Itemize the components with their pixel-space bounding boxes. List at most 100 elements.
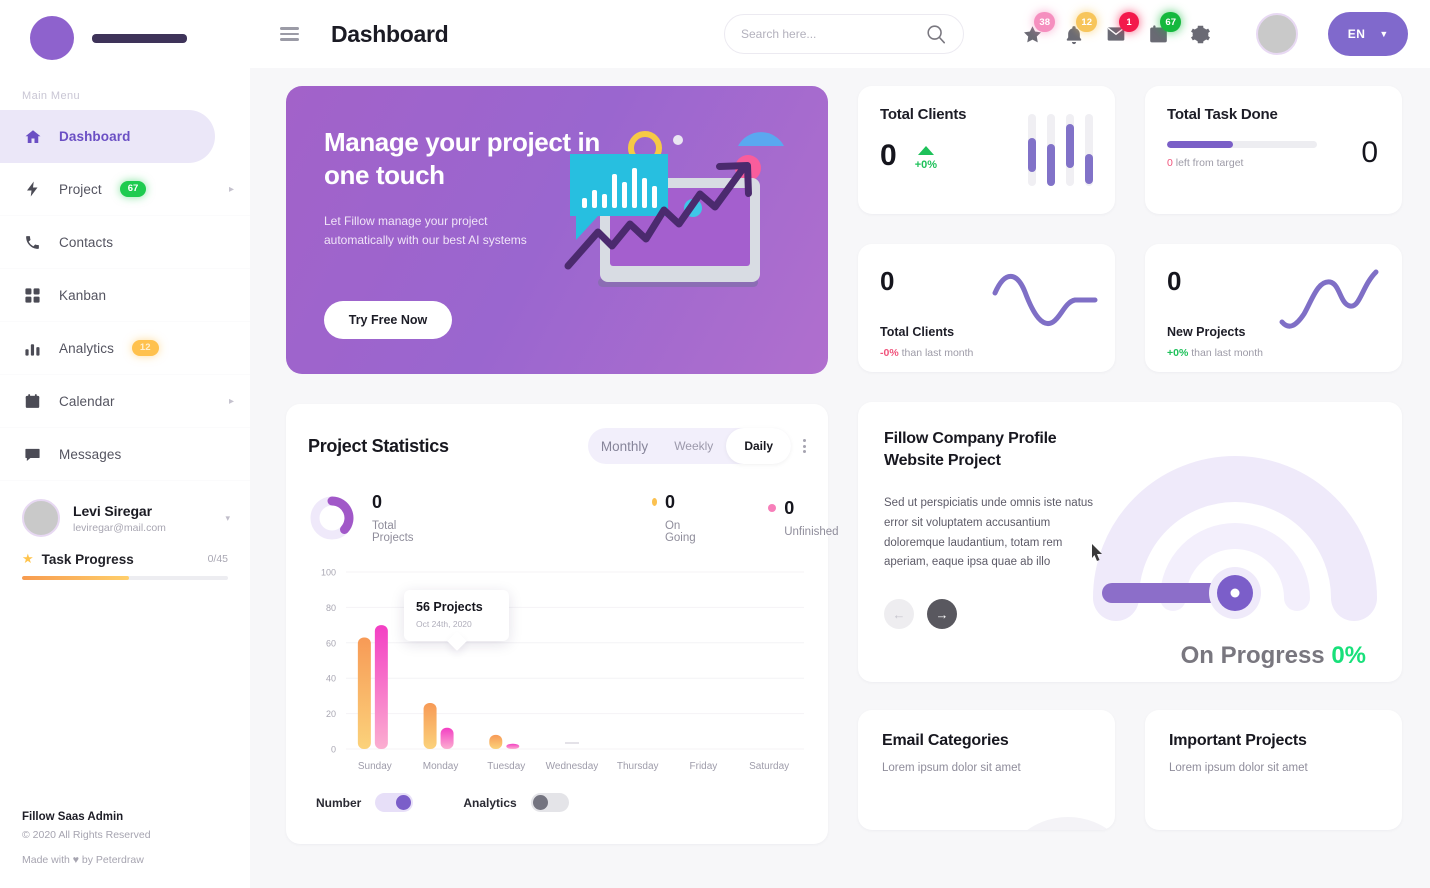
app-logo-icon	[30, 16, 74, 60]
sidebar-item-label: Messages	[59, 446, 122, 462]
gauge-caption: On Progress 0%	[1181, 642, 1366, 670]
toggle-number[interactable]	[375, 793, 414, 812]
total-task-done-title: Total Task Done	[1167, 106, 1278, 123]
star-icon: ★	[22, 551, 34, 566]
new-projects-suffix: than last month	[1188, 347, 1264, 359]
project-statistics-card: Project Statistics Monthly Weekly Daily	[286, 404, 839, 844]
unfinished-summary: 0 Unfinished	[768, 498, 839, 538]
toggle-analytics[interactable]	[530, 793, 569, 812]
header-icon-group: 38 12 1 67	[1020, 12, 1212, 47]
unfinished-dot-icon	[768, 504, 777, 512]
total-clients-card: Total Clients 0 +0%	[858, 86, 1115, 214]
chart-tooltip: 56 Projects Oct 24th, 2020	[404, 590, 509, 651]
svg-text:0: 0	[331, 745, 336, 755]
trend-up-icon	[917, 146, 934, 155]
main-area: Dashboard 38 12 1	[250, 0, 1430, 888]
footer-brand: Fillow Saas Admin	[22, 811, 124, 823]
sidebar-item-project[interactable]: Project 67 ▸	[0, 163, 250, 216]
star-icon-button[interactable]: 38	[1020, 12, 1055, 47]
task-progress-label: Task Progress	[41, 551, 134, 567]
email-categories-donut	[1027, 817, 1109, 830]
page-title: Dashboard	[331, 20, 449, 47]
unfinished-value: 0	[784, 498, 795, 518]
sidebar-item-label: Calendar	[59, 393, 115, 409]
unfinished-caption: Unfinished	[784, 526, 839, 538]
tab-monthly[interactable]: Monthly	[588, 439, 661, 454]
task-progress-count: 0/45	[207, 553, 228, 565]
sidebar-footer: Fillow Saas Admin © 2020 All Rights Rese…	[0, 811, 250, 888]
tab-daily[interactable]: Daily	[726, 428, 791, 464]
sidebar-item-contacts[interactable]: Contacts	[0, 216, 250, 269]
toggle-number-label: Number	[316, 795, 362, 810]
message-icon	[22, 444, 43, 465]
svg-text:100: 100	[321, 568, 336, 578]
next-button[interactable]: →	[927, 599, 957, 630]
envelope-icon-button[interactable]: 1	[1104, 12, 1139, 47]
left-column: Manage your project in one touch Let Fil…	[286, 86, 839, 844]
chart-toggles: Number Analytics	[308, 793, 806, 812]
try-free-now-button[interactable]: Try Free Now	[324, 301, 452, 339]
project-statistics-title: Project Statistics	[308, 435, 449, 456]
home-icon	[22, 126, 43, 147]
bolt-icon	[22, 179, 43, 200]
sidebar-user-profile[interactable]: Levi Siregar leviregar@mail.com ▾	[0, 481, 250, 545]
total-projects-caption: Total Projects	[372, 520, 414, 544]
important-projects-title: Important Projects	[1169, 732, 1307, 749]
footer-rights: © 2020 All Rights Reserved	[22, 829, 151, 841]
gear-icon-button[interactable]	[1188, 21, 1212, 47]
sidebar-item-calendar[interactable]: Calendar ▸	[0, 375, 250, 428]
on-going-summary: 0 On Going	[651, 492, 699, 544]
sidebar: Main Menu Dashboard Project 67 ▸ Contact…	[0, 0, 250, 888]
svg-text:20: 20	[326, 709, 336, 719]
project-summary-row: 0 Total Projects 0 On Going 0 Unfinished	[308, 492, 839, 544]
new-projects-card: 0 New Projects +0% than last month	[1145, 244, 1402, 372]
stat-cards-row-1: Total Clients 0 +0% Total Task Done 0 le…	[858, 86, 1402, 214]
more-options-icon[interactable]	[803, 439, 806, 453]
search-input[interactable]	[741, 27, 917, 41]
task-done-progress-track	[1167, 141, 1317, 148]
sidebar-item-dashboard[interactable]: Dashboard	[0, 110, 215, 163]
brand-logo-area[interactable]	[0, 0, 250, 76]
tab-weekly[interactable]: Weekly	[661, 439, 726, 453]
calendar-icon-button[interactable]: 67	[1146, 12, 1181, 47]
svg-text:Monday: Monday	[423, 761, 459, 772]
bell-icon-button[interactable]: 12	[1062, 12, 1097, 47]
sidebar-badge-analytics: 12	[131, 339, 159, 357]
footer-credit: Made with ♥ by Peterdraw	[22, 854, 144, 866]
app-wordmark	[92, 33, 187, 43]
menu-toggle-icon[interactable]	[280, 27, 299, 41]
task-done-note-text: left from target	[1172, 157, 1244, 169]
total-clients-mini-change: -0%	[880, 347, 899, 359]
total-clients-sparkline	[992, 273, 1098, 326]
language-selector[interactable]: EN ▼	[1328, 12, 1408, 56]
sidebar-item-kanban[interactable]: Kanban	[0, 269, 250, 322]
total-projects-value: 0	[372, 492, 383, 512]
envelope-badge: 1	[1119, 12, 1139, 32]
important-projects-card: Important Projects Lorem ipsum dolor sit…	[1145, 710, 1402, 830]
on-going-caption: On Going	[664, 520, 696, 544]
top-header: Dashboard 38 12 1	[250, 0, 1430, 68]
chevron-right-icon: ▸	[228, 395, 234, 407]
sidebar-item-label: Dashboard	[59, 129, 131, 144]
dashboard-app: Main Menu Dashboard Project 67 ▸ Contact…	[0, 0, 1430, 888]
search-box[interactable]	[724, 14, 964, 54]
total-clients-value: 0	[880, 139, 897, 172]
total-projects-donut	[308, 494, 356, 542]
user-name: Levi Siregar	[73, 502, 152, 519]
svg-text:Thursday: Thursday	[617, 761, 659, 772]
progress-gauge	[1093, 456, 1377, 621]
email-categories-card: Email Categories Lorem ipsum dolor sit a…	[858, 710, 1115, 830]
total-task-done-value: 0	[1361, 136, 1378, 169]
on-going-value: 0	[664, 492, 675, 512]
sidebar-item-analytics[interactable]: Analytics 12	[0, 322, 250, 375]
svg-text:Wednesday: Wednesday	[546, 761, 599, 772]
star-badge: 38	[1034, 12, 1055, 32]
important-projects-subtitle: Lorem ipsum dolor sit amet	[1169, 762, 1308, 774]
user-avatar-button[interactable]	[1256, 13, 1298, 55]
chevron-down-icon[interactable]: ▾	[225, 513, 230, 524]
prev-button[interactable]: ←	[884, 599, 914, 630]
svg-text:Tuesday: Tuesday	[487, 761, 525, 772]
sidebar-item-messages[interactable]: Messages	[0, 428, 250, 481]
sidebar-item-label: Contacts	[59, 234, 114, 250]
task-done-note: 0 left from target	[1167, 157, 1380, 169]
